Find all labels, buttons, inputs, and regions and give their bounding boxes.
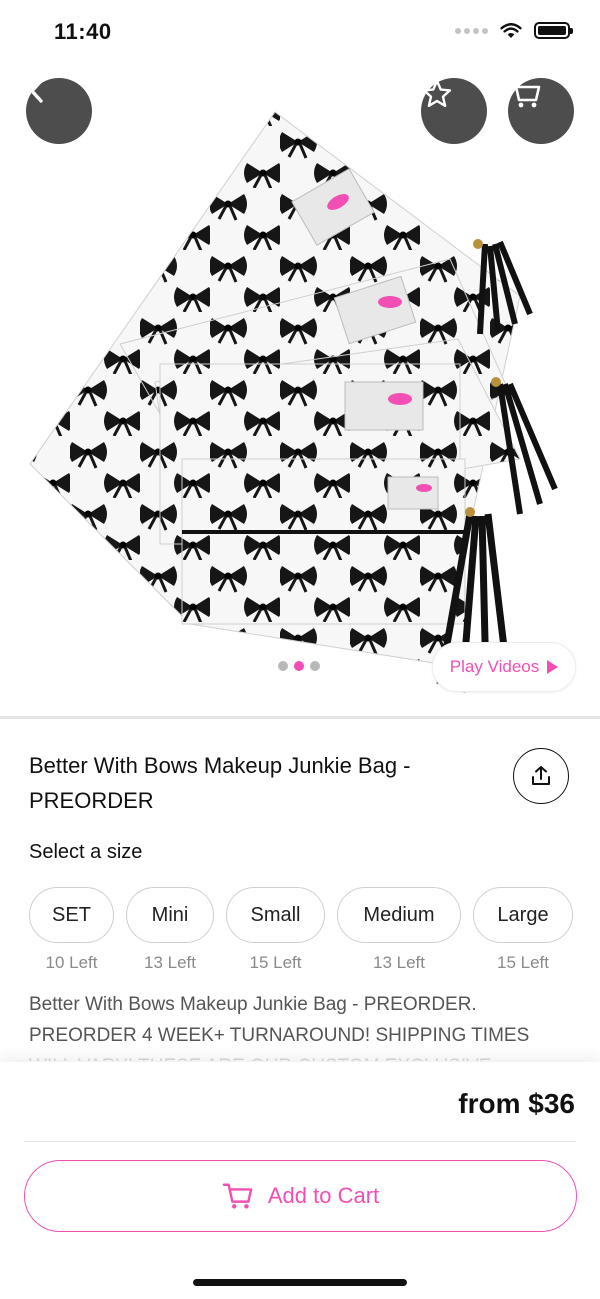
size-prompt: Select a size: [29, 841, 143, 863]
image-pager[interactable]: [278, 661, 320, 671]
product-photo: [29, 111, 558, 693]
size-stock-large: 15 Left: [497, 953, 549, 972]
back-button[interactable]: [26, 78, 92, 144]
cart-button[interactable]: [508, 78, 574, 144]
add-to-cart-label: Add to Cart: [267, 1183, 380, 1208]
star-icon: [422, 79, 452, 107]
share-icon: [532, 766, 550, 785]
size-option-large[interactable]: Large: [473, 887, 573, 943]
purchase-panel: from $36 Add to Cart: [0, 1062, 600, 1299]
size-stock-mini: 13 Left: [144, 953, 196, 972]
status-indicators: [455, 22, 573, 39]
product-title: Better With Bows Makeup Junkie Bag - PRE…: [29, 753, 411, 813]
cellular-signal-icon: [455, 27, 488, 34]
pager-dot-active[interactable]: [294, 661, 304, 671]
size-option-medium[interactable]: Medium: [337, 887, 461, 943]
size-stock-set: 10 Left: [45, 953, 98, 972]
battery-icon: [534, 22, 573, 39]
wifi-icon: [500, 23, 522, 38]
play-icon: [547, 660, 559, 674]
product-image-gallery[interactable]: Play Videos: [0, 64, 600, 716]
play-videos-button[interactable]: Play Videos: [432, 642, 576, 692]
section-divider: [0, 716, 600, 719]
home-indicator[interactable]: [193, 1279, 407, 1286]
description-fade: [0, 1044, 600, 1064]
price: from $36: [458, 1088, 575, 1119]
size-option-small[interactable]: Small: [226, 887, 325, 943]
status-bar: 11:40: [0, 0, 600, 64]
share-button[interactable]: [513, 748, 569, 804]
favorite-button[interactable]: [421, 78, 487, 144]
cart-icon: [222, 1183, 253, 1209]
size-stock-medium: 13 Left: [373, 953, 425, 972]
add-to-cart-button[interactable]: Add to Cart: [24, 1160, 577, 1232]
pager-dot[interactable]: [278, 661, 288, 671]
size-stock-small: 15 Left: [249, 953, 302, 972]
chevron-left-icon: [30, 79, 43, 103]
size-options: SET 10 Left Mini 13 Left Small 15 Left M…: [29, 887, 600, 977]
play-videos-label: Play Videos: [449, 657, 540, 676]
panel-divider: [24, 1141, 576, 1142]
cart-icon: [508, 80, 541, 108]
status-time: 11:40: [54, 19, 112, 44]
size-option-mini[interactable]: Mini: [126, 887, 214, 943]
pager-dot[interactable]: [310, 661, 320, 671]
size-option-set[interactable]: SET: [29, 887, 114, 943]
